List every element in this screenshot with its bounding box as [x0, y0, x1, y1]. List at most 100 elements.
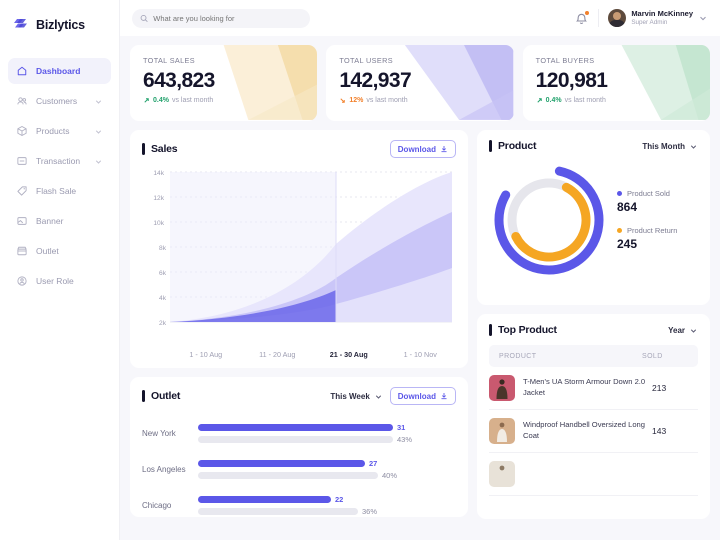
sidebar-item-products[interactable]: Products: [8, 118, 111, 144]
outlet-bars: 31 43%: [198, 423, 456, 444]
x-label: 1 - 10 Aug: [189, 350, 223, 359]
outlet-bars: 22 36%: [198, 495, 456, 516]
sidebar-item-label: Transaction: [36, 156, 81, 166]
sales-download-button[interactable]: Download: [389, 140, 456, 158]
sidebar-item-label: Products: [36, 126, 70, 136]
sales-area-chart: 14k 12k 10k 8k 6k 4k 2k: [153, 170, 452, 327]
x-label: 1 - 10 Nov: [403, 350, 437, 359]
outlet-range-select[interactable]: This Week: [330, 392, 382, 401]
dashboard-grid: Sales Download 14k 12k 10k 8k 6k 4k 2k 1…: [130, 130, 710, 519]
sidebar-item-flash-sale[interactable]: Flash Sale: [8, 178, 111, 204]
main-area: Marvin McKinney Super Admin TOTAL S: [120, 0, 720, 540]
title-bar-accent: [142, 143, 145, 155]
product-range-select[interactable]: This Month: [642, 142, 698, 151]
table-row[interactable]: Windproof Handbell Oversized Long Coat 1…: [489, 410, 698, 453]
svg-text:2k: 2k: [159, 320, 167, 327]
stat-trend: 0.4% vs last month: [536, 97, 710, 104]
outlet-header-actions: This Week Download: [330, 387, 456, 405]
product-image: [497, 422, 507, 442]
card-title: Sales: [151, 143, 178, 155]
image-icon: [16, 215, 28, 227]
sidebar-nav: Dashboard Customers Products Transaction…: [0, 58, 119, 294]
chevron-down-icon: [690, 328, 697, 333]
top-product-range-select[interactable]: Year: [668, 326, 698, 335]
stat-trend-pct: 0.4%: [153, 97, 169, 104]
stat-trend-note: vs last month: [171, 97, 214, 104]
product-range-label: This Month: [642, 141, 685, 151]
sales-card-header: Sales Download: [130, 130, 468, 158]
table-row[interactable]: T-Men's UA Storm Armour Down 2.0 Jacket …: [489, 367, 698, 410]
topbar: Marvin McKinney Super Admin: [120, 0, 720, 36]
outlet-count-line: 27: [198, 459, 456, 468]
chevron-down-icon: [690, 144, 697, 149]
svg-text:6k: 6k: [159, 270, 167, 277]
svg-text:14k: 14k: [153, 170, 164, 177]
sidebar-item-transaction[interactable]: Transaction: [8, 148, 111, 174]
download-icon: [441, 393, 447, 400]
chevron-down-icon: [375, 394, 381, 399]
stat-value: 643,823: [143, 69, 215, 92]
trend-down-icon: [340, 98, 346, 103]
column-header-product: PRODUCT: [499, 352, 537, 360]
sidebar-item-label: Dashboard: [36, 66, 81, 76]
stat-trend-note: vs last month: [564, 97, 606, 104]
outlet-pct-value: 40%: [382, 470, 398, 480]
sidebar-item-banner[interactable]: Banner: [8, 208, 111, 234]
sidebar: Bizlytics Dashboard Customers Products T…: [0, 0, 120, 540]
sidebar-item-customers[interactable]: Customers: [8, 88, 111, 114]
box-icon: [16, 125, 28, 137]
title-bar-accent: [142, 390, 145, 402]
chevron-down-icon[interactable]: [94, 157, 103, 166]
stat-card-total-sales: TOTAL SALES 643,823 0.4% vs last month: [130, 45, 318, 121]
legend-dot: [617, 191, 622, 196]
outlet-pct-bar: [198, 435, 393, 443]
trend-up-icon: [537, 98, 542, 103]
table-row[interactable]: [489, 453, 698, 496]
legend-value: 864: [617, 200, 638, 214]
stat-card-total-buyers: TOTAL BUYERS 120,981 0.4% vs last month: [522, 45, 710, 121]
outlet-pct-line: 43%: [198, 435, 456, 444]
outlet-name: Chicago: [142, 500, 172, 510]
product-card-header: Product This Month: [477, 130, 710, 152]
product-title-group: Product: [489, 140, 536, 152]
outlet-download-button[interactable]: Download: [389, 387, 456, 405]
outlet-title-group: Outlet: [142, 390, 180, 402]
outlet-pct-bar: [198, 507, 358, 515]
outlet-count-value: 31: [397, 422, 406, 432]
top-product-header-actions: Year: [668, 326, 698, 335]
top-product-title-group: Top Product: [489, 324, 557, 336]
outlet-count-value: 27: [369, 458, 378, 468]
search-input[interactable]: [153, 13, 302, 23]
search-box[interactable]: [132, 8, 310, 28]
content: TOTAL SALES 643,823 0.4% vs last month T…: [120, 36, 720, 540]
download-icon: [441, 146, 447, 153]
search-icon: [140, 14, 148, 22]
chevron-down-icon[interactable]: [94, 97, 103, 106]
notifications-button[interactable]: [574, 9, 591, 26]
legend-label: Product Sold: [627, 189, 670, 198]
sidebar-item-dashboard[interactable]: Dashboard: [8, 58, 111, 84]
outlet-count-bar: [198, 423, 393, 431]
user-name: Marvin McKinney: [631, 9, 693, 19]
product-sold: 143: [652, 426, 667, 436]
card-title: Top Product: [498, 324, 557, 336]
stat-label: TOTAL USERS: [339, 56, 393, 65]
top-product-range-label: Year: [668, 325, 685, 335]
chevron-down-icon[interactable]: [698, 13, 708, 23]
outlet-card: Outlet This Week Download New York 31 43…: [130, 377, 468, 517]
product-image: [499, 465, 505, 471]
sidebar-item-user-role[interactable]: User Role: [8, 268, 111, 294]
product-header-actions: This Month: [642, 142, 698, 151]
card-title: Outlet: [151, 390, 181, 402]
svg-text:4k: 4k: [159, 295, 167, 302]
sidebar-item-outlet[interactable]: Outlet: [8, 238, 111, 264]
product-name: T-Men's UA Storm Armour Down 2.0 Jacket: [523, 377, 646, 397]
chevron-down-icon[interactable]: [94, 127, 103, 136]
stat-trend-pct: 12%: [349, 97, 364, 104]
legend-label: Product Return: [627, 226, 678, 235]
card-title: Product: [498, 140, 537, 152]
user-menu[interactable]: Marvin McKinney Super Admin: [608, 9, 708, 27]
outlet-pct-value: 43%: [397, 434, 413, 444]
x-label: 11 - 20 Aug: [259, 350, 296, 359]
home-icon: [16, 65, 28, 77]
